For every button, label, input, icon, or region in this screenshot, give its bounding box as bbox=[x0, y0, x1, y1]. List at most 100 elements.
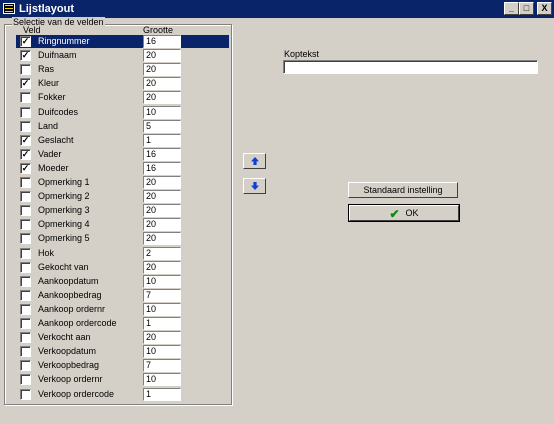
field-size-input[interactable]: 20 bbox=[143, 190, 181, 204]
field-checkbox[interactable] bbox=[20, 247, 31, 259]
field-size-input[interactable]: 20 bbox=[143, 232, 181, 246]
field-label: Fokker bbox=[38, 92, 66, 103]
field-size-input[interactable]: 20 bbox=[143, 204, 181, 218]
field-row[interactable]: ✓ Kleur 20 bbox=[16, 77, 229, 91]
field-label: Verkocht aan bbox=[38, 332, 91, 343]
field-row[interactable]: Duifcodes 10 bbox=[16, 105, 229, 119]
field-checkbox[interactable] bbox=[20, 346, 31, 358]
field-checkbox[interactable] bbox=[20, 261, 31, 273]
field-label: Aankoop ordercode bbox=[38, 318, 117, 328]
field-checkbox[interactable] bbox=[20, 191, 31, 203]
maximize-button[interactable]: □ bbox=[519, 2, 534, 15]
field-label: Ras bbox=[38, 64, 55, 75]
field-size-input[interactable]: 10 bbox=[143, 302, 181, 316]
field-row[interactable]: Verkocht aan 20 bbox=[16, 331, 229, 345]
field-checkbox[interactable] bbox=[20, 289, 31, 301]
field-row[interactable]: Opmerking 3 20 bbox=[16, 204, 229, 218]
field-row[interactable]: Verkoopdatum 10 bbox=[16, 345, 229, 359]
field-checkbox[interactable] bbox=[20, 233, 31, 245]
field-row[interactable]: Aankoopbedrag 7 bbox=[16, 288, 229, 302]
field-row[interactable]: Aankoop ordernr 10 bbox=[16, 302, 229, 316]
field-row[interactable]: Verkoop ordercode 1 bbox=[16, 387, 229, 401]
field-checkbox[interactable] bbox=[20, 303, 31, 315]
field-checkbox[interactable]: ✓ bbox=[20, 162, 31, 174]
field-label: Geslacht bbox=[38, 134, 74, 145]
field-row[interactable]: Opmerking 2 20 bbox=[16, 190, 229, 204]
field-checkbox[interactable] bbox=[20, 92, 31, 104]
field-size-input[interactable]: 20 bbox=[143, 63, 181, 77]
field-checkbox[interactable] bbox=[20, 177, 31, 188]
field-checkbox[interactable] bbox=[20, 120, 31, 132]
field-row[interactable]: Hok 2 bbox=[16, 246, 229, 260]
ok-button[interactable]: ✔ OK bbox=[348, 204, 460, 222]
field-size-input[interactable]: 20 bbox=[143, 77, 181, 91]
title-bar[interactable]: Lijstlayout _ □ X bbox=[0, 0, 554, 18]
field-checkbox[interactable]: ✓ bbox=[20, 134, 31, 146]
field-size-input[interactable]: 16 bbox=[143, 35, 181, 48]
header-text-input[interactable] bbox=[283, 60, 538, 74]
field-row[interactable]: Verkoopbedrag 7 bbox=[16, 359, 229, 373]
field-size-input[interactable]: 20 bbox=[143, 176, 181, 189]
field-label: Opmerking 4 bbox=[38, 219, 90, 230]
field-size-input[interactable]: 20 bbox=[143, 49, 181, 63]
field-size-input[interactable]: 7 bbox=[143, 359, 181, 373]
field-checkbox[interactable] bbox=[20, 275, 31, 287]
window-title: Lijstlayout bbox=[19, 3, 75, 15]
move-down-button[interactable] bbox=[243, 178, 266, 194]
field-checkbox[interactable] bbox=[20, 106, 31, 118]
field-row[interactable]: Aankoop ordercode 1 bbox=[16, 317, 229, 330]
field-size-input[interactable]: 2 bbox=[143, 246, 181, 260]
field-size-input[interactable]: 20 bbox=[143, 331, 181, 345]
field-checkbox[interactable] bbox=[20, 360, 31, 372]
field-size-input[interactable]: 20 bbox=[143, 218, 181, 232]
close-button[interactable]: X bbox=[537, 2, 552, 15]
field-row[interactable]: ✓ Geslacht 1 bbox=[16, 133, 229, 147]
field-row[interactable]: Gekocht van 20 bbox=[16, 260, 229, 274]
field-checkbox[interactable]: ✓ bbox=[20, 148, 31, 160]
field-row[interactable]: ✓ Duifnaam 20 bbox=[16, 49, 229, 63]
arrow-up-icon bbox=[251, 157, 259, 165]
field-row[interactable]: Land 5 bbox=[16, 119, 229, 133]
field-checkbox[interactable] bbox=[20, 374, 31, 386]
field-size-input[interactable]: 10 bbox=[143, 345, 181, 359]
field-row[interactable]: Verkoop ordernr 10 bbox=[16, 373, 229, 387]
field-row[interactable]: Aankoopdatum 10 bbox=[16, 274, 229, 288]
field-checkbox[interactable] bbox=[20, 332, 31, 344]
field-checkbox[interactable] bbox=[20, 205, 31, 217]
field-row[interactable]: ✓ Ringnummer 16 bbox=[16, 35, 229, 48]
field-label: Hok bbox=[38, 247, 55, 258]
field-checkbox[interactable]: ✓ bbox=[20, 50, 31, 62]
minimize-icon: _ bbox=[508, 3, 514, 13]
field-row[interactable]: Opmerking 5 20 bbox=[16, 232, 229, 246]
field-label: Opmerking 3 bbox=[38, 205, 90, 216]
column-header-field: Veld bbox=[23, 25, 41, 35]
minimize-button[interactable]: _ bbox=[504, 2, 519, 15]
field-checkbox[interactable]: ✓ bbox=[20, 78, 31, 90]
field-checkbox[interactable] bbox=[20, 388, 31, 400]
field-size-input[interactable]: 1 bbox=[143, 387, 181, 401]
field-size-input[interactable]: 1 bbox=[143, 317, 181, 330]
field-size-input[interactable]: 16 bbox=[143, 147, 181, 161]
field-size-input[interactable]: 10 bbox=[143, 274, 181, 288]
field-size-input[interactable]: 16 bbox=[143, 161, 181, 175]
field-row[interactable]: Opmerking 4 20 bbox=[16, 218, 229, 232]
field-row[interactable]: Fokker 20 bbox=[16, 91, 229, 105]
field-row[interactable]: ✓ Moeder 16 bbox=[16, 161, 229, 175]
field-row[interactable]: ✓ Vader 16 bbox=[16, 147, 229, 161]
move-up-button[interactable] bbox=[243, 153, 266, 169]
field-size-input[interactable]: 10 bbox=[143, 373, 181, 387]
field-size-input[interactable]: 10 bbox=[143, 105, 181, 119]
field-row[interactable]: Opmerking 1 20 bbox=[16, 176, 229, 189]
field-checkbox[interactable] bbox=[20, 64, 31, 76]
default-settings-button[interactable]: Standaard instelling bbox=[348, 182, 458, 198]
field-label: Aankoopdatum bbox=[38, 275, 99, 286]
field-size-input[interactable]: 20 bbox=[143, 260, 181, 274]
field-row[interactable]: Ras 20 bbox=[16, 63, 229, 77]
field-size-input[interactable]: 20 bbox=[143, 91, 181, 105]
field-size-input[interactable]: 5 bbox=[143, 119, 181, 133]
field-size-input[interactable]: 7 bbox=[143, 288, 181, 302]
field-size-input[interactable]: 1 bbox=[143, 133, 181, 147]
field-checkbox[interactable]: ✓ bbox=[20, 36, 31, 47]
field-checkbox[interactable] bbox=[20, 219, 31, 231]
field-checkbox[interactable] bbox=[20, 318, 31, 329]
